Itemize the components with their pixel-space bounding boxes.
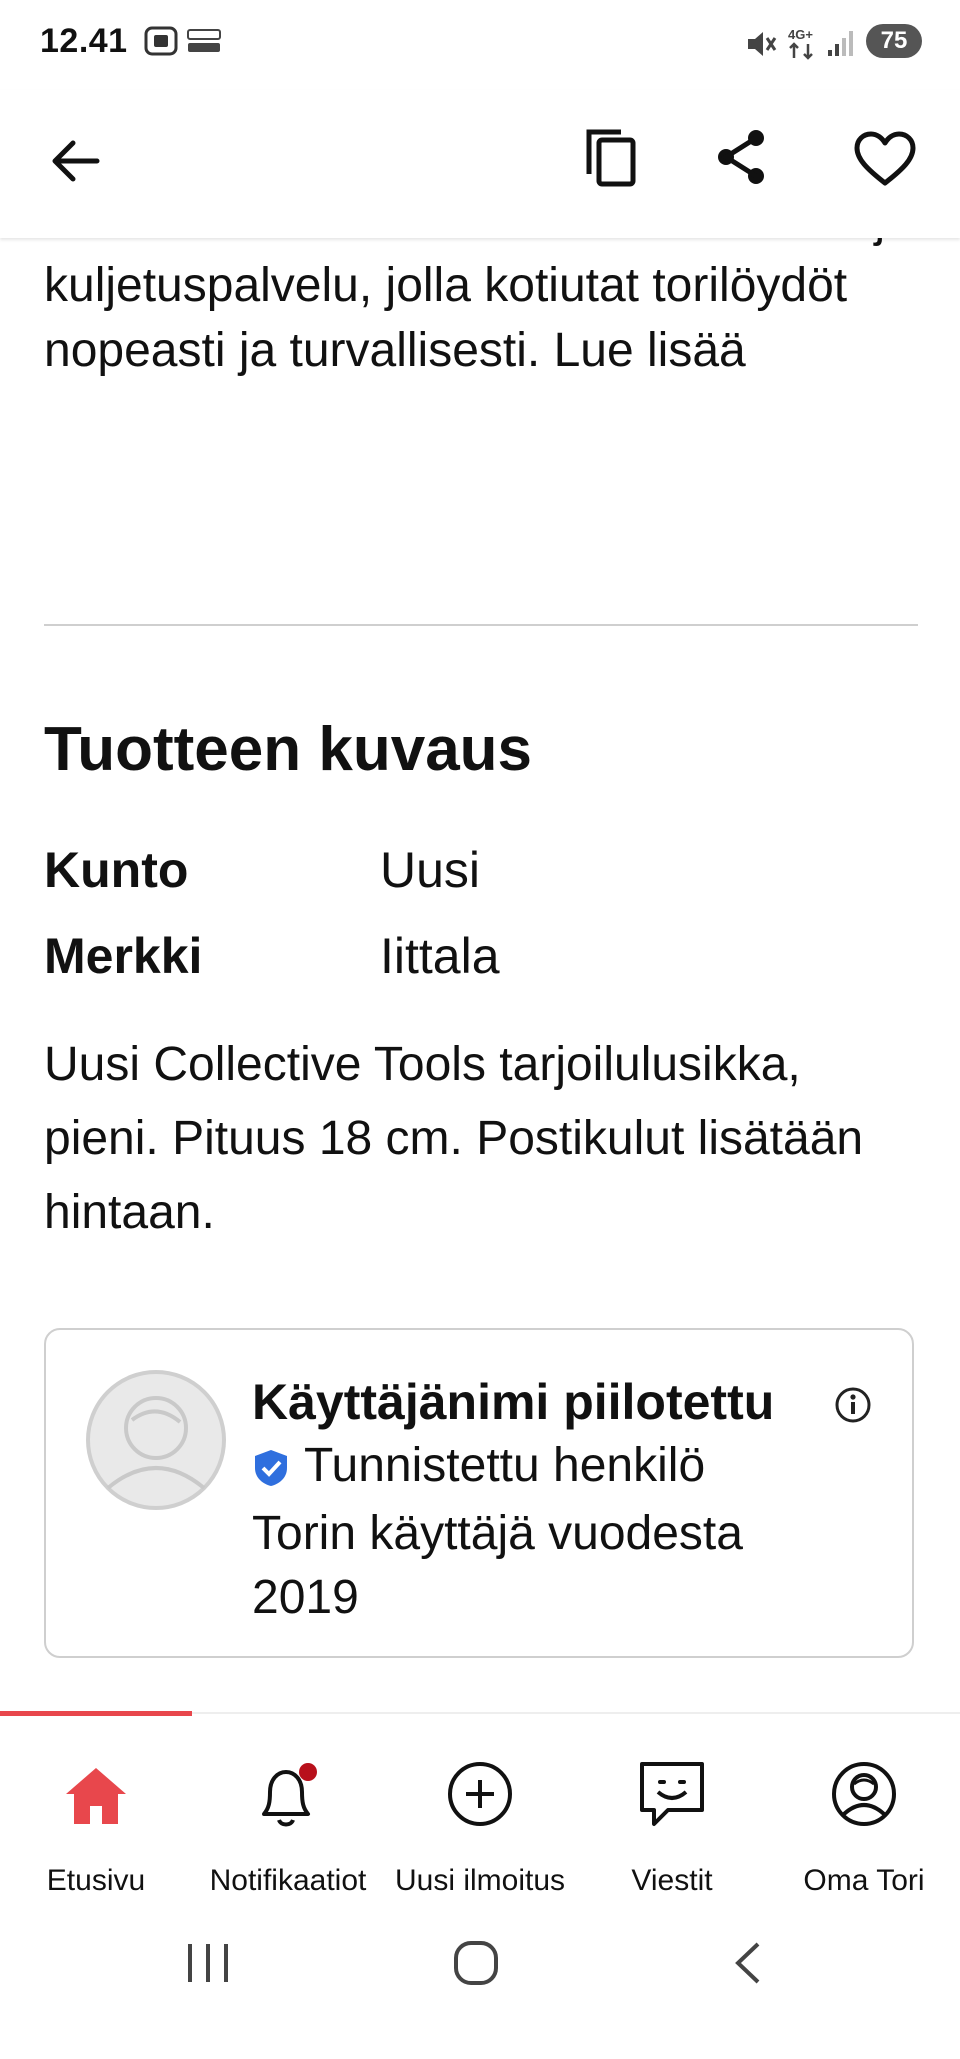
seller-card[interactable]: Käyttäjänimi piilotettu Tunnistettu henk… <box>44 1328 914 1658</box>
home-icon <box>64 1766 128 1831</box>
section-divider <box>44 624 918 626</box>
profile-icon <box>830 1760 898 1833</box>
verified-label: Tunnistettu henkilö <box>304 1439 706 1492</box>
nav-item-notifications[interactable]: Notifikaatiot <box>192 1714 384 1897</box>
tori-diili-intro: ToriDiilia. ToriDiili on Torin uusi maks… <box>44 238 912 377</box>
home-circle-icon[interactable] <box>452 1940 500 1991</box>
status-bar: 12.41 4G+ 75 <box>0 0 960 90</box>
chat-icon <box>638 1760 706 1835</box>
back-arrow-icon[interactable] <box>40 126 110 196</box>
verified-badge-icon <box>255 1450 287 1486</box>
nav-item-new-listing[interactable]: Uusi ilmoitus <box>384 1714 576 1897</box>
system-nav-bar <box>0 1900 960 2059</box>
nav-label: Oma Tori <box>803 1864 925 1897</box>
product-description: Uusi Collective Tools tarjoilulusikka, p… <box>44 1038 864 1239</box>
attribute-key: Merkki <box>44 928 203 984</box>
bottom-nav: Etusivu Notifikaatiot Uusi ilmoitus Vies… <box>0 1711 960 1897</box>
signal-icon <box>826 28 856 63</box>
info-icon[interactable] <box>834 1386 872 1429</box>
attribute-key: Kunto <box>44 842 189 898</box>
status-time: 12.41 <box>40 22 128 60</box>
battery-icon: 75 <box>866 24 922 58</box>
bell-icon <box>252 1760 324 1837</box>
mute-icon <box>744 28 778 65</box>
battery-level: 75 <box>880 27 908 54</box>
svg-text:4G+: 4G+ <box>788 27 813 42</box>
system-back-icon[interactable] <box>728 1940 768 1991</box>
nav-item-messages[interactable]: Viestit <box>576 1714 768 1897</box>
share-icon[interactable] <box>706 122 776 192</box>
nav-item-home[interactable]: Etusivu <box>0 1714 192 1897</box>
section-title-product-description: Tuotteen kuvaus <box>44 715 533 784</box>
nav-label: Notifikaatiot <box>209 1864 367 1897</box>
app-bar <box>0 90 960 238</box>
content-scroll-area[interactable]: ToriDiilia. ToriDiili on Torin uusi maks… <box>0 238 960 1713</box>
nav-label: Viestit <box>631 1864 713 1897</box>
screenshot-icon <box>144 26 178 61</box>
temu-notification-icon <box>186 28 222 59</box>
member-since: Torin käyttäjä vuodesta 2019 <box>252 1507 743 1624</box>
avatar <box>86 1370 226 1510</box>
nav-label: Etusivu <box>46 1864 146 1897</box>
recents-icon[interactable] <box>184 1940 232 1991</box>
nav-item-my-tori[interactable]: Oma Tori <box>768 1714 960 1897</box>
network-4g-icon: 4G+ <box>786 26 818 65</box>
plus-circle-icon <box>446 1760 514 1833</box>
copy-icon[interactable] <box>576 118 646 198</box>
nav-label: Uusi ilmoitus <box>394 1864 566 1897</box>
attribute-value: Iittala <box>380 928 500 984</box>
heart-icon[interactable] <box>848 124 922 194</box>
seller-name: Käyttäjänimi piilotettu <box>252 1374 775 1430</box>
attribute-value: Uusi <box>380 842 481 898</box>
